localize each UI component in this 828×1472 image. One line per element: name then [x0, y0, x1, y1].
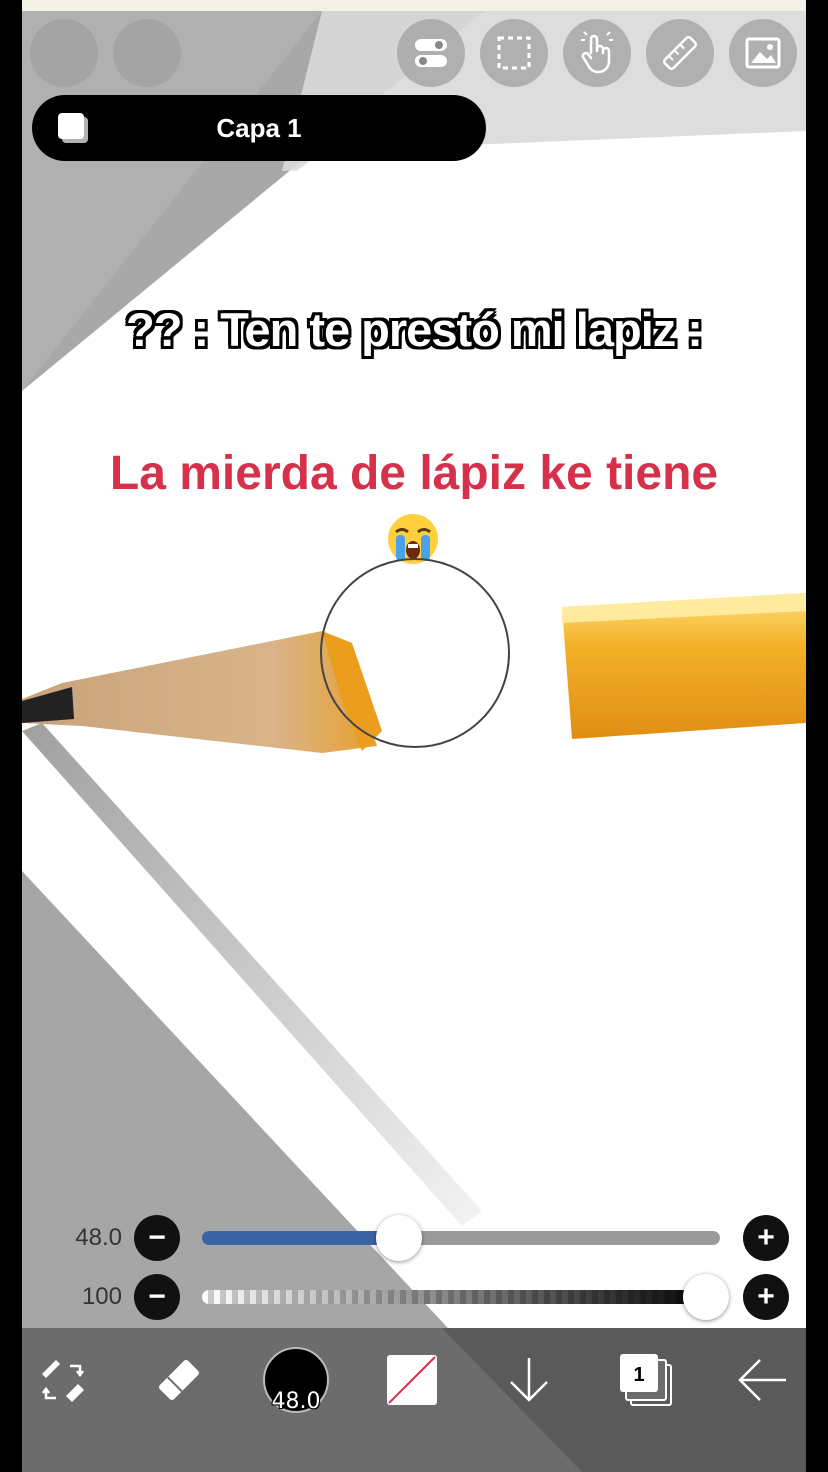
layer-bar[interactable]: Capa 1 — [32, 95, 486, 161]
bottom-toolbar: 48.0 1 — [22, 1328, 806, 1472]
size-slider-track[interactable] — [202, 1231, 720, 1245]
size-value: 48.0 — [75, 1224, 122, 1251]
minus-icon: − — [148, 1280, 166, 1313]
brush-color-icon: 48.0 — [263, 1347, 329, 1414]
ruler-button[interactable] — [646, 19, 714, 87]
opacity-slider-thumb[interactable] — [683, 1274, 729, 1320]
app-frame: Capa 1 ?? : Ten te prestó mi lapiz : La … — [22, 0, 806, 1472]
size-increase-button[interactable]: + — [743, 1215, 789, 1261]
size-decrease-button[interactable]: − — [134, 1215, 180, 1261]
opacity-slider-row: 100 − + — [22, 1267, 806, 1327]
brush-color-button[interactable]: 48.0 — [256, 1340, 336, 1420]
opacity-increase-button[interactable]: + — [743, 1274, 789, 1320]
settings-toggle-button[interactable] — [397, 19, 465, 87]
toggle-settings-icon — [415, 39, 447, 67]
undo-button[interactable] — [113, 19, 181, 87]
caption-line-2: La mierda de lápiz ke tiene — [109, 447, 719, 500]
secondary-color-icon — [387, 1355, 437, 1405]
touch-button[interactable] — [563, 19, 631, 87]
image-icon — [745, 37, 781, 69]
opacity-decrease-button[interactable]: − — [134, 1274, 180, 1320]
size-slider-fill — [202, 1231, 399, 1245]
image-button[interactable] — [729, 19, 797, 87]
size-slider-thumb[interactable] — [375, 1215, 422, 1261]
brush-size-label: 48.0 — [271, 1389, 321, 1414]
plus-icon: + — [757, 1280, 775, 1313]
caption-line-1: ?? : Ten te prestó mi lapiz : — [126, 303, 703, 356]
brush-cursor — [320, 558, 510, 748]
arrow-down-icon — [510, 1358, 548, 1402]
opacity-slider-track[interactable] — [202, 1290, 720, 1304]
hand-touch-icon — [581, 31, 613, 74]
plus-icon: + — [757, 1221, 775, 1254]
layers-button[interactable]: 1 — [606, 1340, 686, 1420]
ruler-icon — [663, 36, 697, 70]
eraser-button[interactable] — [139, 1340, 219, 1420]
secondary-color-button[interactable] — [372, 1340, 452, 1420]
layers-icon: 1 — [620, 1354, 672, 1406]
minus-icon: − — [148, 1221, 166, 1254]
back-button[interactable] — [722, 1340, 802, 1420]
size-slider-row: 48.0 − + — [22, 1208, 806, 1268]
arrow-back-icon — [738, 1359, 786, 1401]
layer-name: Capa 1 — [216, 112, 302, 143]
arrow-down-button[interactable] — [489, 1340, 569, 1420]
layer-count: 1 — [633, 1364, 645, 1386]
selection-icon — [497, 36, 531, 70]
swap-tools-button[interactable] — [24, 1340, 104, 1420]
swap-tools-icon — [42, 1360, 84, 1402]
selection-button[interactable] — [480, 19, 548, 87]
opacity-value: 100 — [81, 1283, 122, 1310]
eraser-icon — [159, 1360, 199, 1400]
opacity-slider-fill — [202, 1290, 720, 1304]
menu-button[interactable] — [30, 19, 98, 87]
